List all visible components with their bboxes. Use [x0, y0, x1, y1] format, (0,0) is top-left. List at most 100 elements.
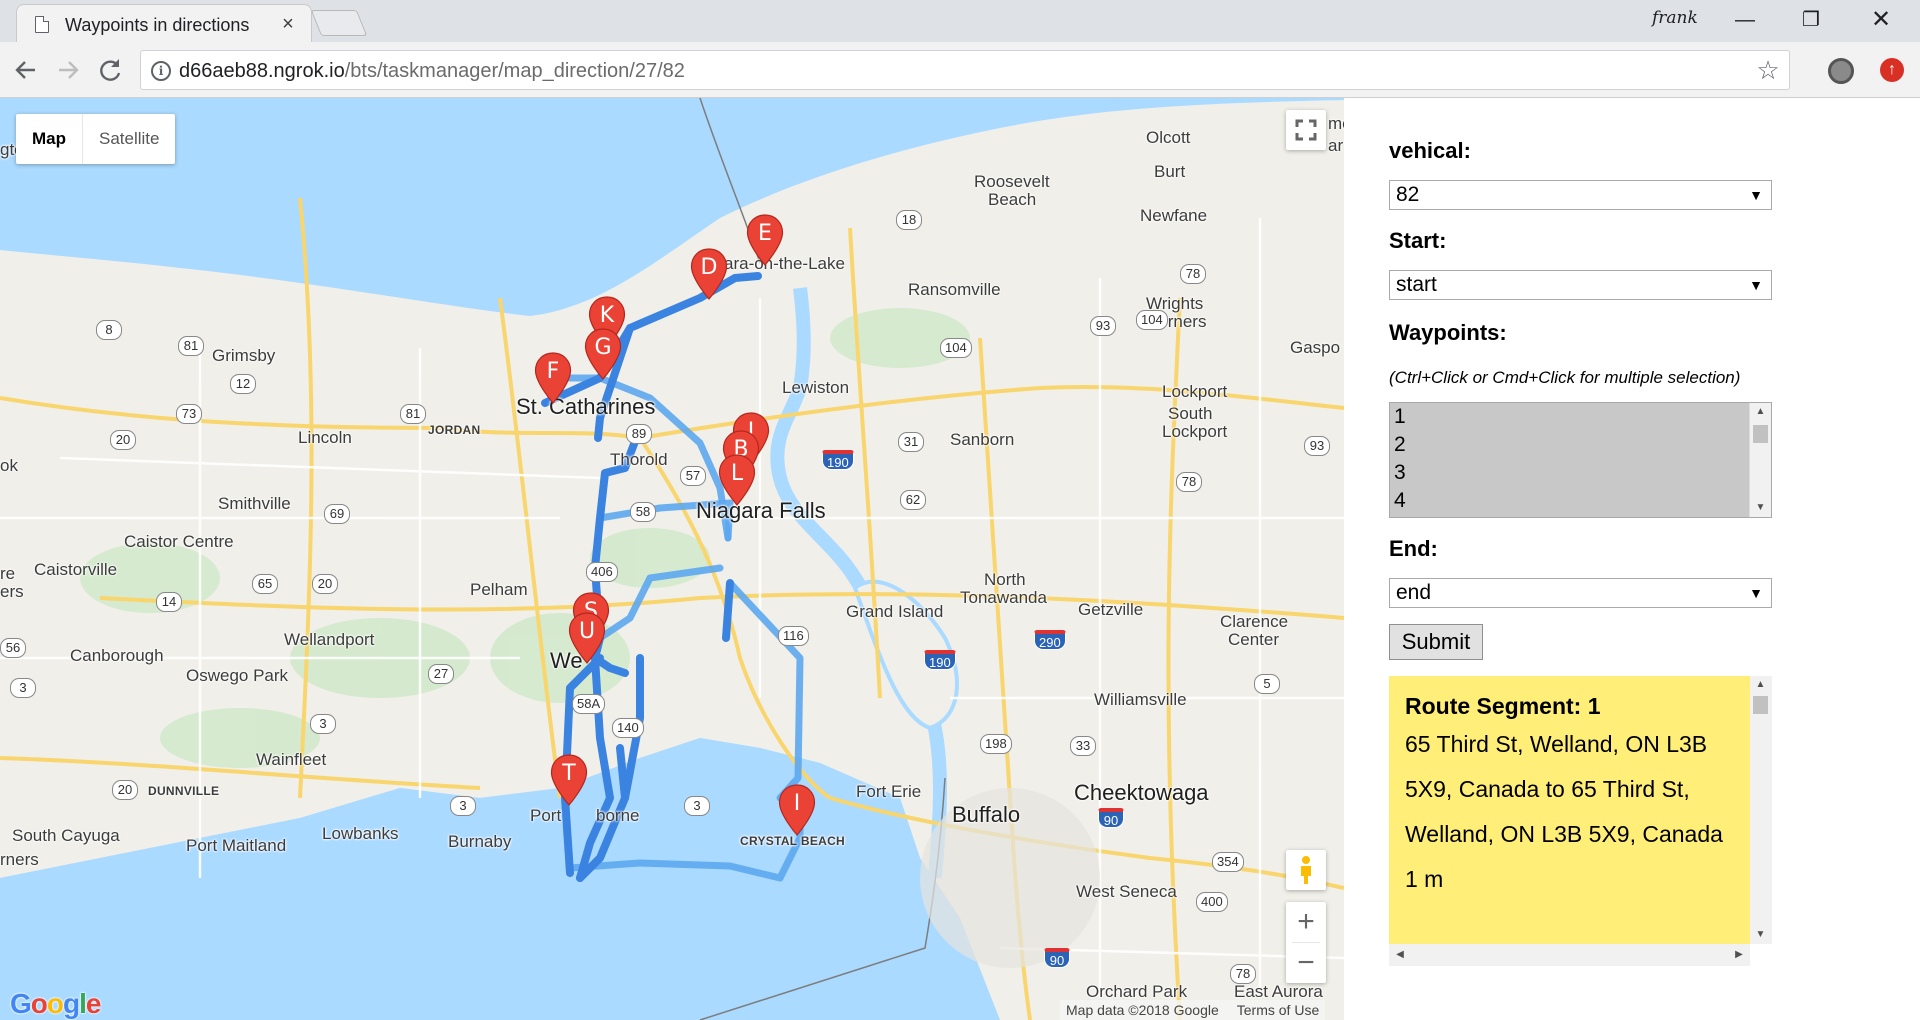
tab-title: Waypoints in directions — [65, 15, 250, 35]
title-bar: Waypoints in directions × frank — ❐ ✕ — [0, 0, 1920, 42]
start-select[interactable]: start ▼ — [1389, 270, 1772, 300]
place-label: Caistorville — [34, 560, 118, 579]
waypoint-marker[interactable]: E — [746, 214, 784, 266]
place-label: West Seneca — [1076, 882, 1177, 901]
submit-button[interactable]: Submit — [1389, 624, 1483, 660]
info-icon[interactable]: i — [151, 61, 171, 81]
marker-letter: U — [578, 619, 596, 644]
scroll-thumb[interactable] — [1753, 696, 1768, 714]
place-label: East Aurora — [1234, 982, 1323, 1001]
place-label: Lockport — [1162, 422, 1228, 441]
place-label: Getzville — [1078, 600, 1144, 619]
map-data-credit: Map data ©2018 Google — [1066, 1002, 1219, 1018]
fullscreen-icon[interactable] — [1286, 110, 1326, 150]
reload-icon[interactable] — [94, 54, 126, 86]
place-label: Burt — [1154, 162, 1186, 181]
marker-letter: E — [758, 221, 772, 246]
zoom-out-button[interactable]: − — [1286, 943, 1326, 983]
close-window-button[interactable]: ✕ — [1852, 0, 1910, 42]
browser-tab[interactable]: Waypoints in directions × — [16, 4, 312, 42]
end-select[interactable]: end ▼ — [1389, 578, 1772, 608]
interstate-shield: 90 — [1098, 808, 1124, 828]
vehicle-select[interactable]: 82 ▼ — [1389, 180, 1772, 210]
road-shield: 33 — [1070, 736, 1096, 756]
browser-toolbar: i d66aeb88.ngrok.io/bts/taskmanager/map_… — [0, 42, 1920, 98]
place-label: Wellandport — [284, 630, 375, 649]
new-tab-button[interactable] — [310, 10, 368, 36]
place-label: ers — [0, 582, 24, 601]
road-shield: 89 — [626, 424, 652, 444]
waypoint-marker[interactable]: D — [690, 248, 728, 300]
waypoint-option[interactable]: 1 — [1390, 403, 1771, 431]
place-label: Lincoln — [298, 428, 352, 447]
place-label: Lockport — [1162, 382, 1228, 401]
scroll-thumb[interactable] — [1753, 425, 1768, 443]
waypoint-option[interactable]: 4 — [1390, 487, 1771, 515]
place-label: Caistor Centre — [124, 532, 234, 551]
marker-letter: G — [594, 335, 612, 360]
directions-horizontal-scrollbar[interactable]: ◀ ▶ — [1389, 944, 1750, 966]
place-label: Niagara Falls — [696, 498, 826, 523]
tab-close-icon[interactable]: × — [275, 11, 301, 37]
place-label: ara-on-the-Lake — [724, 254, 845, 273]
waypoint-marker[interactable]: L — [718, 454, 756, 506]
place-label: Oswego Park — [186, 666, 289, 685]
waypoint-marker[interactable]: I — [778, 784, 816, 836]
street-view-pegman-icon[interactable] — [1286, 850, 1326, 890]
route-segment: Route Segment: 1 65 Third St, Welland, O… — [1389, 676, 1750, 944]
zoom-in-button[interactable]: + — [1286, 902, 1326, 942]
scroll-down-icon[interactable]: ▼ — [1750, 926, 1771, 944]
url-path: /bts/taskmanager/map_direction/27/82 — [344, 60, 685, 82]
place-label: ok — [0, 456, 18, 475]
url-text[interactable]: d66aeb88.ngrok.io/bts/taskmanager/map_di… — [179, 60, 685, 83]
segment-distance: 1 m — [1405, 866, 1444, 892]
scroll-up-icon[interactable]: ▲ — [1750, 676, 1771, 694]
road-shield: 78 — [1176, 472, 1202, 492]
waypoints-multiselect[interactable]: 1 2 3 4 ▲ ▼ — [1389, 402, 1772, 518]
waypoint-marker[interactable]: F — [534, 352, 572, 404]
road-shield: 69 — [324, 504, 350, 524]
page-icon — [35, 16, 49, 33]
update-icon[interactable]: ↑ — [1880, 58, 1904, 82]
waypoints-scrollbar[interactable]: ▲ ▼ — [1749, 403, 1771, 517]
scroll-up-icon[interactable]: ▲ — [1750, 403, 1771, 421]
waypoint-option[interactable]: 3 — [1390, 459, 1771, 487]
waypoint-option[interactable]: 2 — [1390, 431, 1771, 459]
minimize-button[interactable]: — — [1716, 0, 1774, 42]
waypoint-marker[interactable]: U — [568, 612, 606, 664]
scroll-left-icon[interactable]: ◀ — [1391, 944, 1409, 966]
address-bar[interactable]: i d66aeb88.ngrok.io/bts/taskmanager/map_… — [140, 50, 1790, 90]
marker-letter: I — [793, 791, 801, 816]
road-shield: 406 — [586, 562, 618, 582]
road-shield: 81 — [400, 404, 426, 424]
interstate-shield: 290 — [1034, 630, 1066, 650]
profile-name[interactable]: frank — [1652, 8, 1698, 28]
url-host: d66aeb88.ngrok.io — [179, 60, 345, 82]
road-shield: 12 — [230, 374, 256, 394]
road-shield: 198 — [980, 734, 1012, 754]
bookmark-star-icon[interactable]: ☆ — [1755, 57, 1781, 83]
forward-icon[interactable] — [52, 54, 84, 86]
google-logo: Google — [10, 988, 101, 1019]
map-type-satellite-button[interactable]: Satellite — [83, 114, 175, 164]
place-label: Sanborn — [950, 430, 1015, 449]
waypoint-marker[interactable]: T — [550, 754, 588, 806]
place-label: ar — [1328, 136, 1344, 155]
terms-of-use-link[interactable]: Terms of Use — [1237, 1000, 1319, 1020]
scroll-down-icon[interactable]: ▼ — [1750, 499, 1771, 517]
map-canvas[interactable]: Olcott Burt Roosevelt Beach Newfane ara-… — [0, 98, 1344, 1020]
back-icon[interactable] — [10, 54, 42, 86]
place-label: Center — [1228, 630, 1280, 649]
map-type-map-button[interactable]: Map — [16, 114, 83, 164]
scroll-right-icon[interactable]: ▶ — [1730, 944, 1748, 966]
road-shield: 93 — [1090, 316, 1116, 336]
vehicle-selected-value: 82 — [1396, 183, 1420, 206]
road-shield: 73 — [176, 404, 202, 424]
waypoints-hint: (Ctrl+Click or Cmd+Click for multiple se… — [1389, 368, 1741, 387]
waypoint-marker[interactable]: G — [584, 328, 622, 380]
road-shield: 104 — [940, 338, 972, 358]
directions-vertical-scrollbar[interactable]: ▲ ▼ — [1750, 676, 1772, 944]
extension-icon[interactable] — [1828, 58, 1854, 84]
restore-button[interactable]: ❐ — [1782, 0, 1840, 42]
dropdown-arrow-icon: ▼ — [1749, 277, 1763, 293]
